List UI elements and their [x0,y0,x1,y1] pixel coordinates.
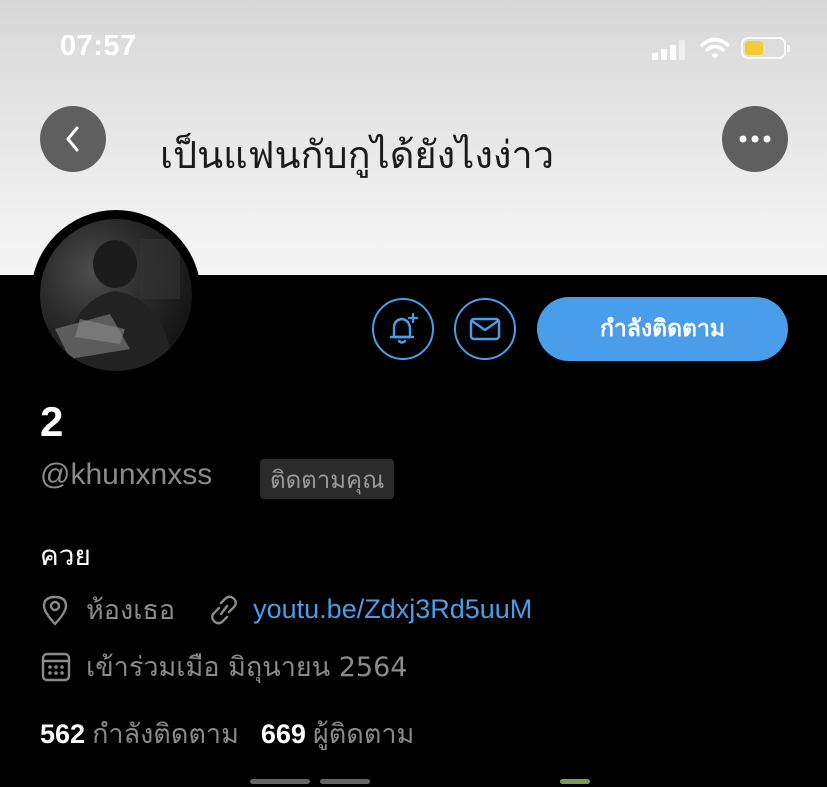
truncated-content-row [0,775,827,787]
chevron-left-icon [66,126,79,152]
notifications-button[interactable] [372,298,434,360]
followers-count[interactable]: 669 [261,719,306,750]
avatar[interactable] [31,210,201,380]
profile-bio: ควย [40,539,91,572]
ellipsis-icon [739,135,771,143]
cellular-signal-icon [652,38,688,60]
following-button[interactable]: กำลังติดตาม [537,297,788,361]
profile-joined-row: เข้าร่วมเมือ มิถุนายน 2564 [40,645,407,688]
bell-plus-icon [389,312,419,344]
profile-joined-date: เข้าร่วมเมือ มิถุนายน 2564 [86,652,408,683]
following-count[interactable]: 562 [40,719,85,750]
link-icon [207,594,245,626]
battery-nub [787,45,790,52]
avatar-photo [40,219,192,371]
profile-header-title: เป็นแฟนกับกูได้ยังไงง่าว [160,133,555,177]
followers-label[interactable]: ผู้ติดตาม [313,712,414,755]
display-name: 2 [40,398,64,445]
more-options-button[interactable] [722,106,788,172]
profile-meta-row: ห้องเธอ youtu.be/Zdxj3Rd5uuM [40,588,532,631]
calendar-icon [40,651,78,683]
profile-website-link[interactable]: youtu.be/Zdxj3Rd5uuM [253,594,532,625]
battery-icon [741,37,790,59]
status-time: 07:57 [60,30,137,62]
back-button[interactable] [40,106,106,172]
following-label[interactable]: กำลังติดตาม [92,712,239,755]
wifi-icon [700,37,730,59]
message-button[interactable] [454,298,516,360]
location-pin-icon [40,594,78,626]
user-handle: @khunxnxss [40,458,213,491]
profile-location: ห้องเธอ [86,595,176,626]
avatar-image-icon [55,239,180,371]
follow-counts: 562 กำลังติดตาม 669 ผู้ติดตาม [40,712,436,755]
follows-you-badge: ติดตามคุณ [260,459,395,499]
battery-level [745,41,763,55]
envelope-icon [469,317,501,341]
